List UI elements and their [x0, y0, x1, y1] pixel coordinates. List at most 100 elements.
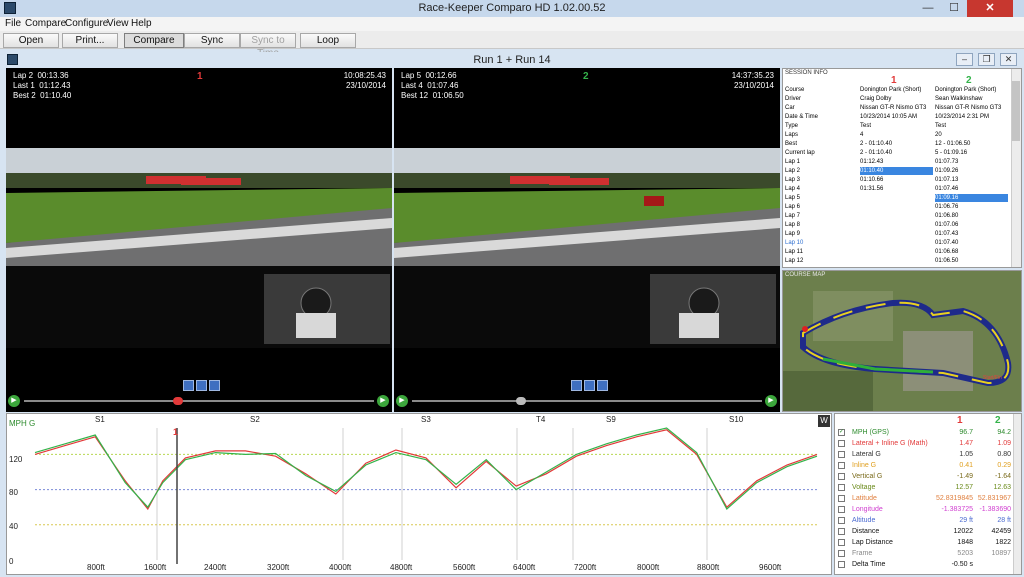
- next-button[interactable]: ▶: [377, 395, 389, 407]
- channel-row[interactable]: Frame 5203 10897: [835, 548, 1013, 559]
- channel-checkbox[interactable]: [838, 517, 845, 524]
- session-info-row[interactable]: Lap 5 01:09.16: [783, 194, 1009, 202]
- row-label: Best: [785, 141, 798, 147]
- channel-checkbox[interactable]: [838, 440, 845, 447]
- camera-icon[interactable]: [571, 380, 582, 391]
- telemetry-graph[interactable]: MPH G W S1 S2 S3 T4 S9 S10 120 80 40 0 8…: [6, 413, 832, 575]
- panel-restore-button[interactable]: ❐: [978, 53, 995, 66]
- session-info-row[interactable]: Current lap 2 - 01:10.40 5 - 01:09.16: [783, 149, 1009, 157]
- channel-value: 1.47: [959, 440, 973, 447]
- session-info-row[interactable]: Laps 4 20: [783, 131, 1009, 139]
- camera-icon[interactable]: [183, 380, 194, 391]
- session-info-row[interactable]: Lap 7 01:06.80: [783, 212, 1009, 220]
- rewind-icon[interactable]: [196, 380, 207, 391]
- video-panel-2[interactable]: Lap 5 00:12.66 Last 4 01:07.46 Best 12 0…: [394, 68, 780, 412]
- channel-checkbox[interactable]: [838, 451, 845, 458]
- channel-row[interactable]: Inline G 0.41 0.29: [835, 460, 1013, 471]
- channel-row[interactable]: Vertical G -1.49 -1.64: [835, 471, 1013, 482]
- panel-minimize-button[interactable]: –: [956, 53, 973, 66]
- sync-to-time-button[interactable]: Sync to Time: [240, 33, 296, 59]
- row-value: Test: [935, 123, 947, 129]
- minimize-button[interactable]: —: [915, 0, 941, 17]
- channel-row[interactable]: Voltage 12.57 12.63: [835, 482, 1013, 493]
- channel-row[interactable]: Altitude 29 ft 28 ft: [835, 515, 1013, 526]
- session-info-row[interactable]: Best 2 - 01:10.40 12 - 01:06.50: [783, 140, 1009, 148]
- session-info-row[interactable]: Driver Craig Dolby Sean Walkinshaw: [783, 95, 1009, 103]
- session-info-row[interactable]: Type Test Test: [783, 122, 1009, 130]
- video-2-timeline[interactable]: [412, 400, 762, 402]
- channel-checkbox[interactable]: [838, 528, 845, 535]
- session-info-row[interactable]: Car Nissan GT-R Nismo GT3 Nissan GT-R Nism…: [783, 104, 1009, 112]
- menu-view[interactable]: View: [107, 18, 129, 29]
- session-info-row[interactable]: Course Donington Park (Short) Donington Pa…: [783, 86, 1009, 94]
- session-info-row[interactable]: Lap 10 01:07.40: [783, 239, 1009, 247]
- forward-icon[interactable]: [597, 380, 608, 391]
- channel-checkbox[interactable]: [838, 484, 845, 491]
- video-2-number: 2: [583, 71, 589, 82]
- channel-row[interactable]: Longitude -1.383725 -1.383690: [835, 504, 1013, 515]
- session-info-row[interactable]: Date & Time 10/23/2014 10:05 AM 10/23/2014…: [783, 113, 1009, 121]
- sync-button[interactable]: Sync: [184, 33, 240, 48]
- open-button[interactable]: Open: [3, 33, 59, 48]
- channel-checkbox[interactable]: ✓: [838, 429, 845, 436]
- x-tick-label: 3200ft: [267, 563, 290, 572]
- channel-row[interactable]: Delta Time -0.50 s: [835, 559, 1013, 570]
- next-button[interactable]: ▶: [765, 395, 777, 407]
- play-button[interactable]: ▶: [396, 395, 408, 407]
- compare-button[interactable]: Compare: [124, 33, 184, 48]
- row-value: 12 - 01:06.50: [935, 141, 971, 147]
- video-2-scrubber[interactable]: [515, 397, 526, 405]
- menu-configure[interactable]: Configure: [65, 18, 108, 29]
- video-1-number: 1: [197, 71, 203, 82]
- print-button[interactable]: Print...: [62, 33, 118, 48]
- channel-checkbox[interactable]: [838, 550, 845, 557]
- maximize-button[interactable]: ☐: [941, 0, 967, 17]
- menu-file[interactable]: File: [5, 18, 21, 29]
- forward-icon[interactable]: [209, 380, 220, 391]
- rewind-icon[interactable]: [584, 380, 595, 391]
- panel-close-button[interactable]: ✕: [1000, 53, 1017, 66]
- graph-plot[interactable]: [7, 414, 832, 575]
- channel-row[interactable]: Latitude 52.8319845 52.831967: [835, 493, 1013, 504]
- session-info-row[interactable]: Lap 6 01:06.76: [783, 203, 1009, 211]
- channel-row[interactable]: Lateral G 1.05 0.80: [835, 449, 1013, 460]
- channel-checkbox[interactable]: [838, 473, 845, 480]
- channel-checkbox[interactable]: [838, 506, 845, 513]
- close-button[interactable]: ✕: [967, 0, 1013, 17]
- video-panel-1[interactable]: Lap 2 00:13.36 Last 1 01:12.43 Best 2 01…: [6, 68, 392, 412]
- channel-value: 1.09: [997, 440, 1011, 447]
- session-info-row[interactable]: Lap 8 01:07.06: [783, 221, 1009, 229]
- play-button[interactable]: ▶: [8, 395, 20, 407]
- video-1-scrubber[interactable]: [173, 397, 183, 405]
- x-tick-label: 7200ft: [574, 563, 597, 572]
- channel-checkbox[interactable]: [838, 539, 845, 546]
- session-info-row[interactable]: Lap 3 01:10.66 01:07.13: [783, 176, 1009, 184]
- row-value: 01:07.43: [935, 231, 959, 237]
- channel-checkbox[interactable]: [838, 462, 845, 469]
- channel-checkbox[interactable]: [838, 561, 845, 568]
- scrollbar-thumb[interactable]: [1012, 81, 1020, 141]
- session-info-row[interactable]: Lap 11 01:06.68: [783, 248, 1009, 256]
- session-info-row[interactable]: Lap 9 01:07.43: [783, 230, 1009, 238]
- session-info-row[interactable]: Lap 2 01:10.40 01:09.26: [783, 167, 1009, 175]
- channel-value: 0.80: [997, 451, 1011, 458]
- session-info-row[interactable]: Lap 12 01:06.50: [783, 257, 1009, 265]
- row-label: Lap 1: [785, 159, 801, 165]
- channel-row[interactable]: Distance 12022 42459: [835, 526, 1013, 537]
- last-time: 01:07.46: [427, 81, 459, 90]
- course-map[interactable]: [783, 271, 1022, 412]
- session-info-row[interactable]: Lap 1 01:12.43 01:07.73: [783, 158, 1009, 166]
- menu-compare[interactable]: Compare: [25, 18, 66, 29]
- video-1-timeline[interactable]: [24, 400, 374, 402]
- start-finish-label: Start/Fin: [983, 375, 1002, 381]
- menu-help[interactable]: Help: [131, 18, 152, 29]
- channel-checkbox[interactable]: [838, 495, 845, 502]
- channel-scrollbar[interactable]: [1013, 414, 1021, 574]
- channel-row[interactable]: Lap Distance 1848 1822: [835, 537, 1013, 548]
- channel-row[interactable]: Lateral + Inline G (Math) 1.47 1.09: [835, 438, 1013, 449]
- channel-row[interactable]: ✓ MPH (GPS) 96.7 94.2: [835, 427, 1013, 438]
- loop-button[interactable]: Loop: [300, 33, 356, 48]
- session-info-scrollbar[interactable]: [1011, 69, 1021, 267]
- course-map-panel[interactable]: COURSE MAP Start/Fin: [782, 270, 1022, 412]
- session-info-row[interactable]: Lap 4 01:31.56 01:07.46: [783, 185, 1009, 193]
